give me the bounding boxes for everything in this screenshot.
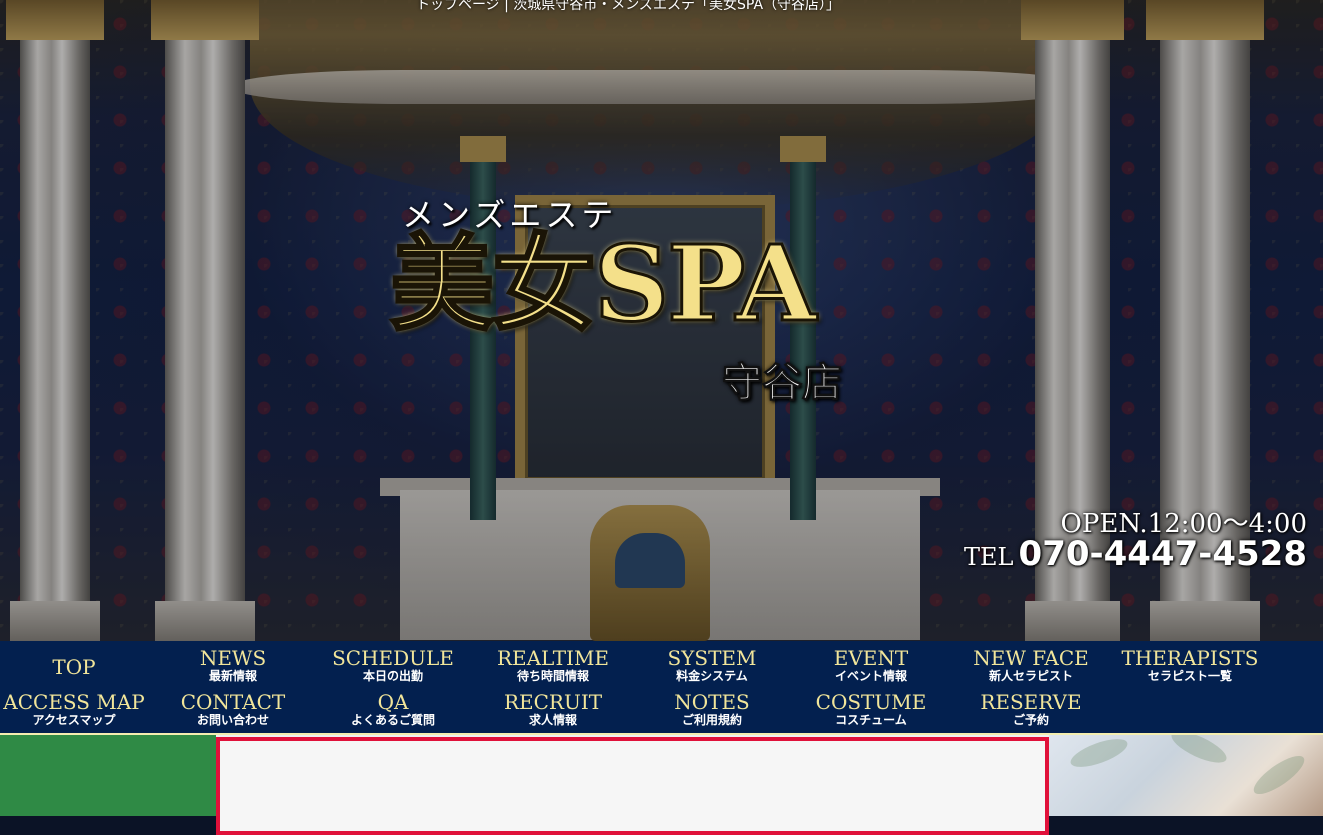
leaf-decoration — [1067, 735, 1131, 773]
nav-contact-sublabel: お問い合わせ — [196, 713, 269, 727]
site-logo[interactable]: メンズエステ 美女SPA 守谷店 — [388, 190, 880, 410]
nav-top[interactable]: TOP — [0, 645, 154, 689]
leaf-decoration — [1167, 735, 1231, 769]
nav-reserve-label: RESERVE — [980, 690, 1082, 714]
breadcrumb: トップページ | 茨城県守谷市・メンズエステ「美女SPA（守谷店）」 — [415, 0, 841, 13]
nav-new-face[interactable]: NEW FACE 新人セラピスト — [951, 647, 1111, 691]
nav-recruit-sublabel: 求人情報 — [528, 713, 577, 727]
nav-qa-sublabel: よくあるご質問 — [350, 713, 435, 727]
nav-news[interactable]: NEWS 最新情報 — [153, 647, 313, 691]
nav-top-label: TOP — [52, 655, 96, 679]
nav-notes-sublabel: ご利用規約 — [681, 713, 742, 727]
nav-schedule[interactable]: SCHEDULE 本日の出勤 — [313, 647, 473, 691]
phone-info[interactable]: TEL 070-4447-4528 — [964, 534, 1307, 574]
nav-qa-label: QA — [377, 690, 409, 714]
nav-notes-label: NOTES — [674, 690, 750, 714]
content-area — [0, 733, 1323, 835]
logo-name: 美女SPA — [388, 222, 817, 345]
nav-therapists-sublabel: セラピスト一覧 — [1147, 669, 1232, 683]
nav-schedule-label: SCHEDULE — [332, 646, 454, 670]
nav-recruit-label: RECRUIT — [503, 690, 603, 714]
nav-recruit[interactable]: RECRUIT 求人情報 — [473, 691, 633, 735]
nav-contact-label: CONTACT — [180, 690, 286, 714]
nav-news-label: NEWS — [199, 646, 267, 670]
nav-costume[interactable]: COSTUME コスチューム — [791, 691, 951, 735]
nav-costume-sublabel: コスチューム — [835, 713, 907, 727]
nav-therapists[interactable]: THERAPISTS セラピスト一覧 — [1110, 647, 1270, 691]
tel-number[interactable]: 070-4447-4528 — [1019, 534, 1307, 574]
main-navigation: TOP NEWS 最新情報 SCHEDULE 本日の出勤 REALTIME 待ち… — [0, 641, 1323, 733]
side-panel — [0, 735, 216, 816]
nav-news-sublabel: 最新情報 — [208, 669, 257, 683]
nav-therapists-label: THERAPISTS — [1121, 646, 1259, 670]
nav-new-face-label: NEW FACE — [973, 646, 1089, 670]
nav-reserve-sublabel: ご予約 — [1012, 713, 1049, 727]
nav-new-face-sublabel: 新人セラピスト — [988, 669, 1073, 683]
nav-costume-label: COSTUME — [815, 690, 927, 714]
nav-system-label: SYSTEM — [667, 646, 757, 670]
nav-reserve[interactable]: RESERVE ご予約 — [951, 691, 1111, 735]
nav-access-map-label: ACCESS MAP — [3, 690, 145, 714]
nav-qa[interactable]: QA よくあるご質問 — [313, 691, 473, 735]
tel-label: TEL — [963, 543, 1014, 571]
nav-realtime[interactable]: REALTIME 待ち時間情報 — [473, 647, 633, 691]
nav-event[interactable]: EVENT イベント情報 — [791, 647, 951, 691]
nav-system[interactable]: SYSTEM 料金システム — [632, 647, 792, 691]
therapist-photo[interactable] — [1049, 735, 1323, 816]
nav-schedule-sublabel: 本日の出勤 — [362, 669, 423, 683]
nav-system-sublabel: 料金システム — [676, 669, 748, 683]
nav-event-label: EVENT — [833, 646, 909, 670]
nav-realtime-label: REALTIME — [496, 646, 610, 670]
leaf-decoration — [1248, 749, 1310, 801]
nav-access-map-sublabel: アクセスマップ — [32, 713, 116, 727]
nav-access-map[interactable]: ACCESS MAP アクセスマップ — [0, 691, 154, 735]
nav-contact[interactable]: CONTACT お問い合わせ — [153, 691, 313, 735]
hero-banner: トップページ | 茨城県守谷市・メンズエステ「美女SPA（守谷店）」 メンズエス… — [0, 0, 1323, 641]
nav-realtime-sublabel: 待ち時間情報 — [516, 669, 589, 683]
main-panel — [216, 737, 1049, 835]
nav-notes[interactable]: NOTES ご利用規約 — [632, 691, 792, 735]
logo-branch: 守谷店 — [722, 359, 843, 407]
nav-event-sublabel: イベント情報 — [834, 669, 907, 683]
